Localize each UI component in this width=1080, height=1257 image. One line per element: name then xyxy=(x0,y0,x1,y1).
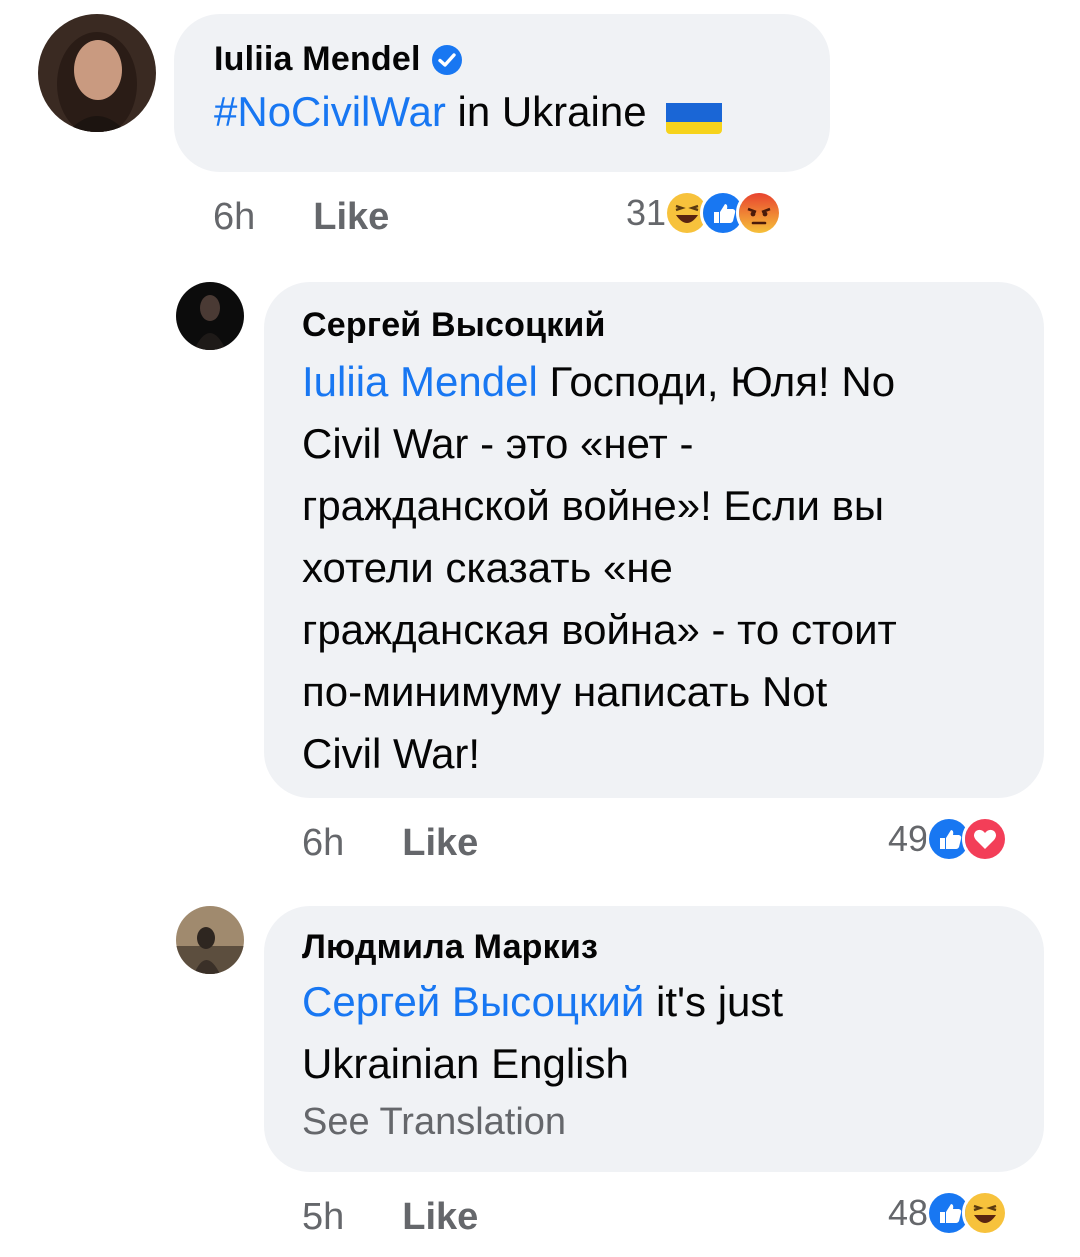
comment-text: #NoCivilWar in Ukraine xyxy=(214,81,790,143)
ukraine-flag-icon xyxy=(666,96,723,134)
mention-link[interactable]: Сергей Высоцкий xyxy=(302,978,644,1025)
comment-body: in Ukraine xyxy=(457,88,647,135)
author-name[interactable]: Iuliia Mendel xyxy=(214,40,421,79)
comment-line: Civil War - это «нет - xyxy=(302,420,694,467)
like-button[interactable]: Like xyxy=(402,1196,478,1239)
avatar[interactable] xyxy=(38,14,156,132)
comment-bubble: Iuliia Mendel #NoCivilWar in Ukraine xyxy=(174,14,830,172)
verified-badge-icon xyxy=(431,44,463,76)
comment-time[interactable]: 5h xyxy=(302,1196,344,1239)
avatar[interactable] xyxy=(176,906,244,974)
hashtag-link[interactable]: #NoCivilWar xyxy=(214,88,446,135)
comment-line: гражданской войне»! Если вы xyxy=(302,482,885,529)
profile-photo-icon xyxy=(176,282,244,350)
author-name[interactable]: Сергей Высоцкий xyxy=(302,306,606,345)
haha-reaction-icon xyxy=(962,1190,1009,1236)
profile-photo-icon xyxy=(176,906,244,974)
comment-meta: 5h Like xyxy=(302,1196,478,1239)
reaction-summary[interactable]: 48 xyxy=(888,1190,1009,1236)
comment-author[interactable]: Людмила Маркиз xyxy=(302,928,1006,967)
comment-text: Сергей Высоцкий it's just Ukrainian Engl… xyxy=(302,971,1006,1095)
mention-link[interactable]: Iuliia Mendel xyxy=(302,358,538,405)
like-button[interactable]: Like xyxy=(313,196,389,239)
angry-reaction-icon xyxy=(736,190,783,236)
love-reaction-icon xyxy=(962,816,1009,862)
comment-bubble: Сергей Высоцкий Iuliia Mendel Господи, Ю… xyxy=(264,282,1044,798)
comment-author[interactable]: Сергей Высоцкий xyxy=(302,306,1006,345)
comment-line: хотели сказать «не xyxy=(302,544,673,591)
reaction-count: 49 xyxy=(888,818,929,859)
comment-author[interactable]: Iuliia Mendel xyxy=(214,40,790,79)
comment-line: Сергей Высоцкий it's just xyxy=(302,971,1006,1033)
reaction-count: 31 xyxy=(626,192,667,233)
comment-bubble: Людмила Маркиз Сергей Высоцкий it's just… xyxy=(264,906,1044,1172)
comment-line: Iuliia Mendel Господи, Юля! No xyxy=(302,351,1006,413)
comment-line: Civil War! xyxy=(302,730,481,777)
like-button[interactable]: Like xyxy=(402,822,478,865)
comment-time[interactable]: 6h xyxy=(302,822,344,865)
author-name[interactable]: Людмила Маркиз xyxy=(302,928,598,967)
reaction-summary[interactable]: 49 xyxy=(888,816,1009,862)
profile-photo-icon xyxy=(38,14,156,132)
comment-meta: 6h Like xyxy=(213,196,389,239)
comment-line: по-минимуму написать Not xyxy=(302,668,828,715)
avatar[interactable] xyxy=(176,282,244,350)
comment-body: Господи, Юля! No xyxy=(549,358,896,405)
comment-time[interactable]: 6h xyxy=(213,196,255,239)
comment-meta: 6h Like xyxy=(302,822,478,865)
comment-line: Ukrainian English xyxy=(302,1040,629,1087)
reaction-count: 48 xyxy=(888,1192,929,1233)
comment-text: Iuliia Mendel Господи, Юля! No Civil War… xyxy=(302,351,1006,785)
reaction-summary[interactable]: 31 xyxy=(626,190,783,236)
see-translation-link[interactable]: See Translation xyxy=(302,1095,1006,1149)
comment-body: it's just xyxy=(656,978,784,1025)
comment-line: гражданская война» - то стоит xyxy=(302,606,897,653)
